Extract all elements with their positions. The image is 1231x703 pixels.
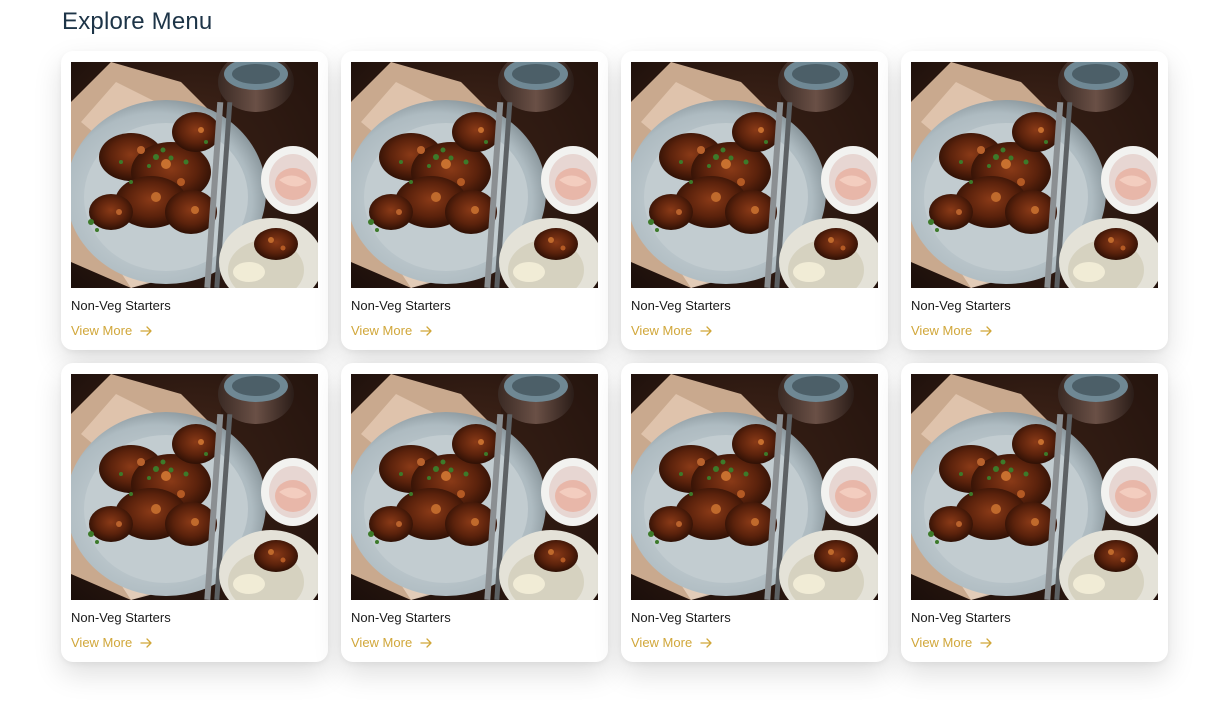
food-plate-image[interactable] [631, 374, 878, 600]
food-plate-image[interactable] [71, 374, 318, 600]
view-more-link[interactable]: View More [631, 635, 713, 651]
card-title: Non-Veg Starters [631, 298, 731, 313]
menu-card[interactable]: Non-Veg Starters View More [621, 51, 888, 350]
menu-card[interactable]: Non-Veg Starters View More [901, 363, 1168, 662]
menu-card[interactable]: Non-Veg Starters View More [341, 363, 608, 662]
card-title: Non-Veg Starters [71, 610, 171, 625]
explore-menu-page: Explore Menu Non-Veg Starters View More … [0, 0, 1231, 703]
view-more-label: View More [351, 323, 413, 338]
view-more-link[interactable]: View More [351, 323, 433, 339]
view-more-link[interactable]: View More [71, 323, 153, 339]
menu-card[interactable]: Non-Veg Starters View More [341, 51, 608, 350]
view-more-link[interactable]: View More [71, 635, 153, 651]
arrow-right-icon [980, 638, 992, 648]
arrow-right-icon [140, 326, 152, 336]
view-more-label: View More [631, 635, 693, 650]
view-more-link[interactable]: View More [631, 323, 713, 339]
food-plate-image[interactable] [351, 374, 598, 600]
menu-card[interactable]: Non-Veg Starters View More [61, 51, 328, 350]
arrow-right-icon [420, 326, 432, 336]
arrow-right-icon [700, 326, 712, 336]
card-title: Non-Veg Starters [911, 610, 1011, 625]
view-more-label: View More [71, 323, 133, 338]
food-plate-image[interactable] [911, 62, 1158, 288]
menu-card[interactable]: Non-Veg Starters View More [621, 363, 888, 662]
card-title: Non-Veg Starters [911, 298, 1011, 313]
arrow-right-icon [700, 638, 712, 648]
food-plate-image[interactable] [351, 62, 598, 288]
view-more-label: View More [351, 635, 413, 650]
food-plate-image[interactable] [631, 62, 878, 288]
view-more-link[interactable]: View More [911, 323, 993, 339]
card-title: Non-Veg Starters [71, 298, 171, 313]
section-title: Explore Menu [62, 8, 213, 35]
view-more-link[interactable]: View More [351, 635, 433, 651]
card-title: Non-Veg Starters [351, 298, 451, 313]
view-more-label: View More [911, 323, 973, 338]
menu-card-grid: Non-Veg Starters View More Non-Veg Start… [61, 51, 1168, 662]
menu-card[interactable]: Non-Veg Starters View More [61, 363, 328, 662]
view-more-label: View More [71, 635, 133, 650]
food-plate-image[interactable] [911, 374, 1158, 600]
card-title: Non-Veg Starters [351, 610, 451, 625]
view-more-label: View More [911, 635, 973, 650]
card-title: Non-Veg Starters [631, 610, 731, 625]
arrow-right-icon [420, 638, 432, 648]
arrow-right-icon [140, 638, 152, 648]
menu-card[interactable]: Non-Veg Starters View More [901, 51, 1168, 350]
view-more-label: View More [631, 323, 693, 338]
food-plate-image[interactable] [71, 62, 318, 288]
view-more-link[interactable]: View More [911, 635, 993, 651]
arrow-right-icon [980, 326, 992, 336]
